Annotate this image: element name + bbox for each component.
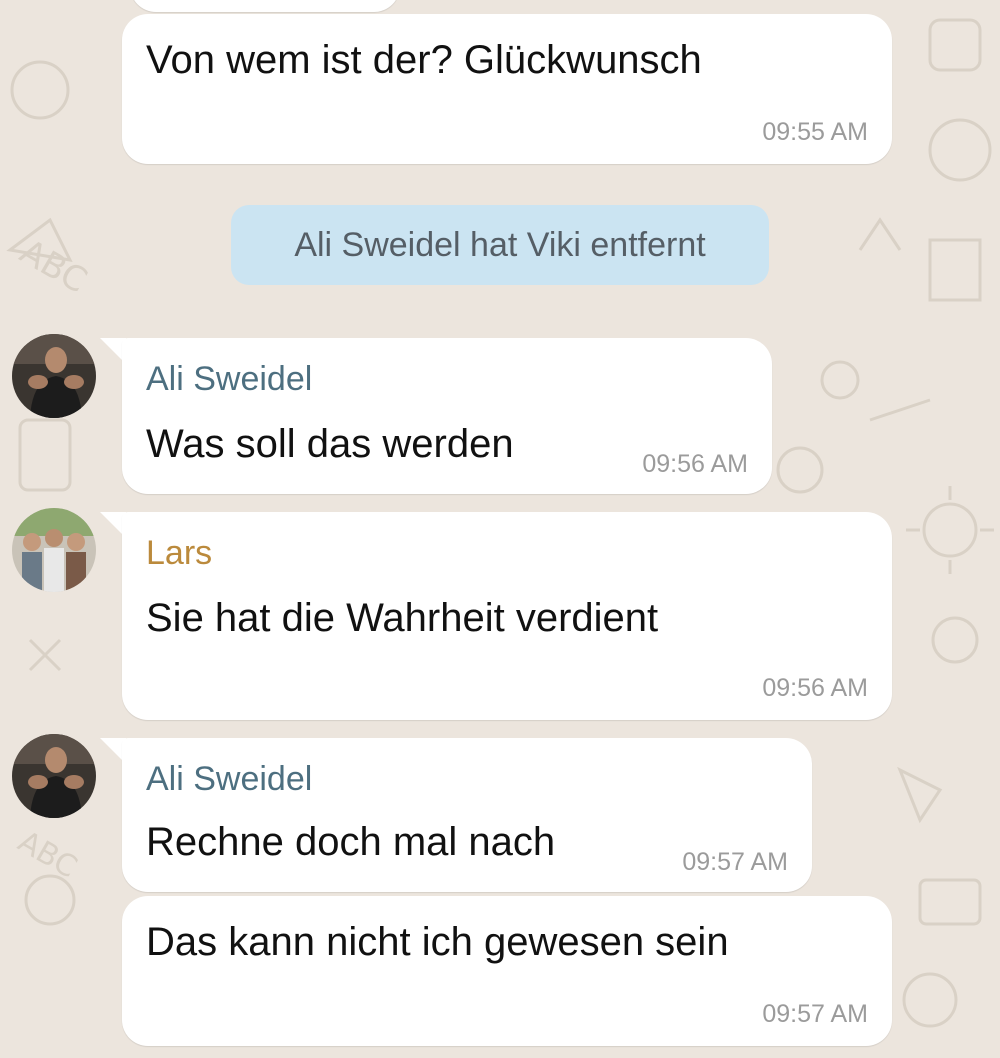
previous-message-bubble	[130, 0, 400, 12]
message-bubble[interactable]: Das kann nicht ich gewesen sein 09:57 AM	[122, 896, 892, 1046]
system-message-text: Ali Sweidel hat Viki entfernt	[294, 225, 706, 264]
message-text: Das kann nicht ich gewesen sein	[146, 920, 729, 964]
message-text: Rechne doch mal nach	[146, 820, 556, 864]
avatar-photo-man-flexing-icon	[12, 334, 96, 418]
message-timestamp: 09:57 AM	[762, 1000, 868, 1028]
message-timestamp: 09:57 AM	[682, 848, 788, 876]
message-text: Von wem ist der? Glückwunsch	[146, 38, 702, 82]
sender-name[interactable]: Ali Sweidel	[146, 760, 312, 799]
message-text: Was soll das werden	[146, 422, 514, 466]
avatar-ali-sweidel[interactable]	[12, 334, 96, 418]
message-timestamp: 09:56 AM	[762, 674, 868, 702]
svg-text:ABC: ABC	[13, 232, 93, 302]
svg-text:ABC: ABC	[12, 824, 83, 885]
avatar-ali-sweidel[interactable]	[12, 734, 96, 818]
message-timestamp: 09:55 AM	[762, 118, 868, 146]
message-bubble[interactable]: Ali Sweidel Rechne doch mal nach 09:57 A…	[122, 738, 812, 892]
system-message: Ali Sweidel hat Viki entfernt	[231, 205, 769, 285]
message-timestamp: 09:56 AM	[642, 450, 748, 478]
message-bubble[interactable]: Ali Sweidel Was soll das werden 09:56 AM	[122, 338, 772, 494]
avatar-photo-man-flexing-icon	[12, 734, 96, 818]
message-bubble[interactable]: Lars Sie hat die Wahrheit verdient 09:56…	[122, 512, 892, 720]
message-text: Sie hat die Wahrheit verdient	[146, 596, 659, 640]
sender-name[interactable]: Ali Sweidel	[146, 360, 312, 399]
message-bubble[interactable]: Von wem ist der? Glückwunsch 09:55 AM	[122, 14, 892, 164]
sender-name[interactable]: Lars	[146, 534, 212, 573]
avatar-photo-group-of-friends-icon	[12, 508, 96, 592]
avatar-lars[interactable]	[12, 508, 96, 592]
